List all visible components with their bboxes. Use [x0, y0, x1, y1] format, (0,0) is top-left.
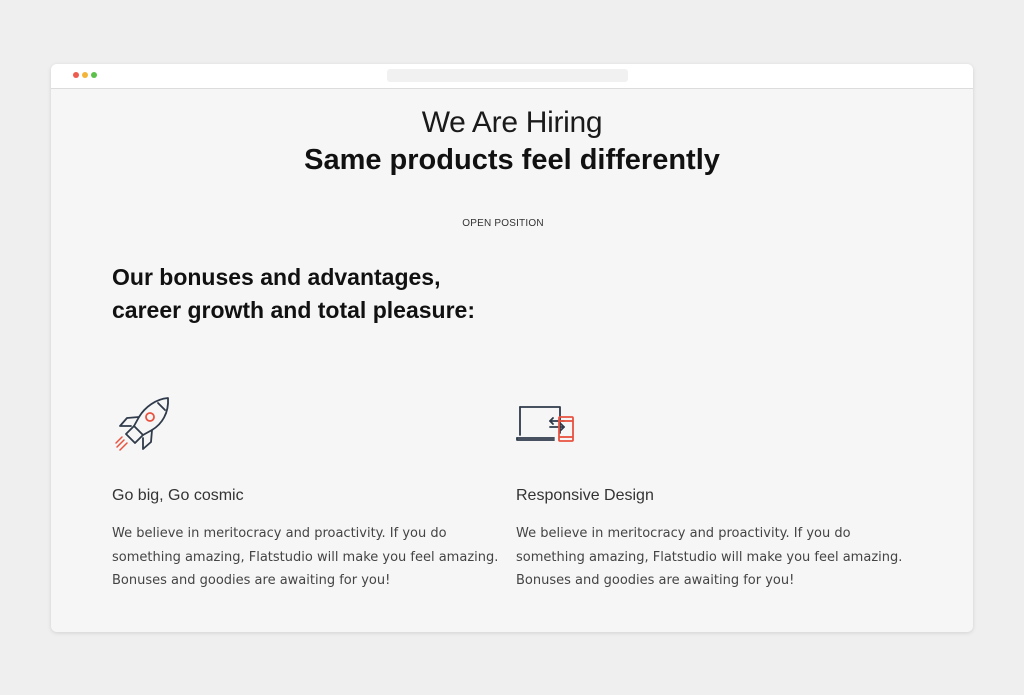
feature-go-big: Go big, Go cosmic We believe in meritocr…	[112, 395, 502, 588]
feature-title: Go big, Go cosmic	[112, 487, 244, 504]
address-bar[interactable]	[387, 69, 628, 82]
bonuses-heading: Our bonuses and advantages, career growt…	[112, 261, 612, 327]
open-position-link[interactable]: OPEN POSITION	[51, 218, 955, 229]
bonuses-heading-line-2: career growth and total pleasure:	[112, 297, 475, 323]
feature-description-line: We believe in meritocracy and proactivit…	[112, 526, 447, 541]
feature-description-line: Bonuses and goodies are awaiting for you…	[516, 573, 795, 588]
feature-description-line: something amazing, Flatstudio will make …	[516, 549, 903, 565]
feature-title: Responsive Design	[516, 487, 654, 504]
feature-description: We believe in meritocracy and proactivit…	[112, 522, 502, 593]
close-window-button[interactable]	[73, 72, 79, 78]
maximize-window-button[interactable]	[91, 72, 97, 78]
bonuses-heading-line-1: Our bonuses and advantages,	[112, 264, 441, 290]
page-title: We Are Hiring	[421, 106, 603, 139]
feature-description-line: We believe in meritocracy and proactivit…	[516, 526, 851, 541]
feature-responsive-design: Responsive Design We believe in meritocr…	[516, 395, 906, 588]
rocket-icon	[115, 397, 169, 451]
feature-description: We believe in meritocracy and proactivit…	[516, 522, 906, 593]
page-content: We Are Hiring Same products feel differe…	[51, 89, 973, 632]
feature-description-line: Bonuses and goodies are awaiting for you…	[112, 573, 391, 588]
responsive-devices-icon	[516, 406, 574, 442]
minimize-window-button[interactable]	[82, 72, 88, 78]
page-tagline: Same products feel differently	[304, 144, 720, 176]
feature-description-line: something amazing, Flatstudio will make …	[112, 549, 499, 565]
window-titlebar	[51, 64, 973, 89]
browser-window: We Are Hiring Same products feel differe…	[51, 64, 973, 632]
